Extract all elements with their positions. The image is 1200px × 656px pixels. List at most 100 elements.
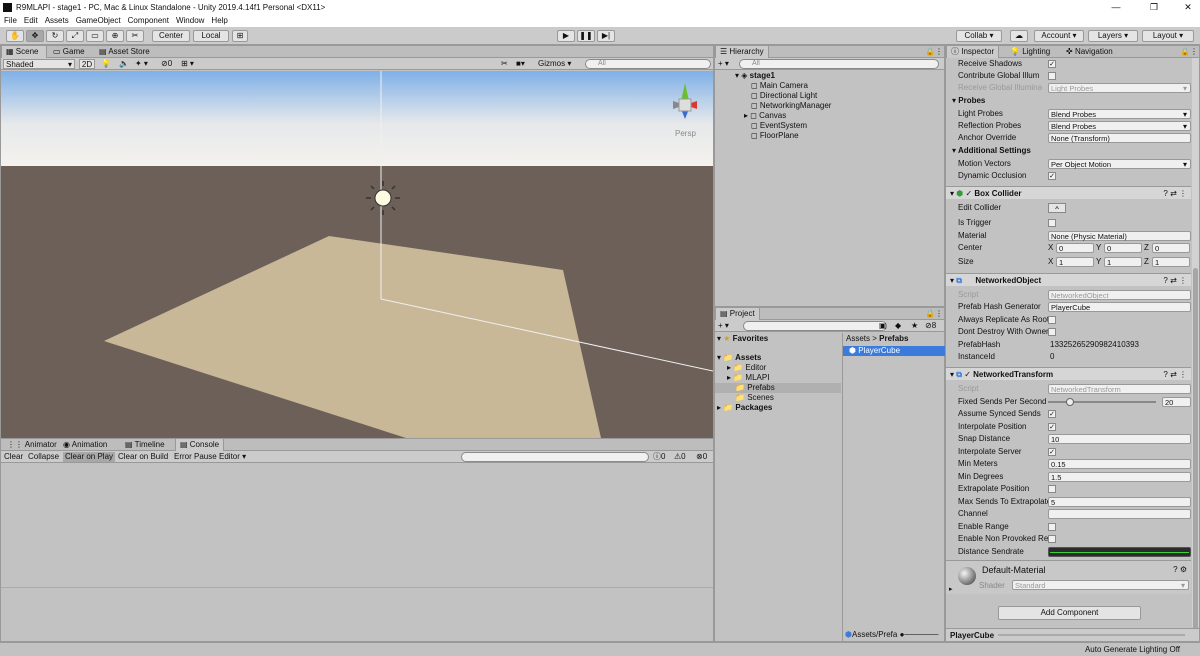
interp-position-checkbox[interactable]: ✓: [1048, 423, 1056, 431]
hand-tool-icon[interactable]: ✋: [6, 30, 24, 42]
add-component-button[interactable]: Add Component: [998, 606, 1141, 620]
cloud-icon[interactable]: ☁: [1010, 30, 1028, 42]
step-button-icon[interactable]: ▶|: [597, 30, 615, 42]
hierarchy-create-button[interactable]: + ▾: [718, 59, 729, 69]
fixed-sends-field[interactable]: 20: [1162, 397, 1191, 407]
anchor-override-field[interactable]: None (Transform): [1048, 133, 1191, 143]
hierarchy-item[interactable]: ◻ FloorPlane: [751, 131, 799, 141]
folder-item[interactable]: ▸ 📁 MLAPI: [727, 373, 769, 383]
box-collider-header[interactable]: ▾ ⬢ ✓ Box Collider? ⇄ ⋮: [946, 186, 1191, 199]
auto-lighting-status[interactable]: Auto Generate Lighting Off: [1085, 645, 1180, 654]
size-y-field[interactable]: 1: [1104, 257, 1142, 267]
edit-collider-icon[interactable]: ⟑: [1048, 203, 1066, 213]
tab-navigation[interactable]: ✜ Navigation: [1062, 46, 1117, 58]
min-degrees-field[interactable]: 1.5: [1048, 472, 1191, 482]
console-clear-button[interactable]: Clear: [4, 452, 23, 462]
tab-lighting[interactable]: 💡 Lighting: [1006, 46, 1054, 58]
hidden-objects-icon[interactable]: ⊘0: [161, 59, 172, 69]
tab-project[interactable]: ▤ Project: [715, 308, 760, 320]
scene-search-input[interactable]: All: [585, 59, 711, 69]
rotate-tool-icon[interactable]: ↻: [46, 30, 64, 42]
receive-gi-dropdown[interactable]: Light Probes: [1048, 83, 1191, 93]
hierarchy-item[interactable]: ◻ NetworkingManager: [751, 101, 831, 111]
assume-synced-checkbox[interactable]: ✓: [1048, 410, 1056, 418]
tab-asset-store[interactable]: ▤ Asset Store: [95, 46, 154, 58]
console-clear-on-build-button[interactable]: Clear on Build: [118, 452, 168, 462]
reflection-probes-dropdown[interactable]: Blend Probes: [1048, 121, 1191, 131]
tab-timeline[interactable]: ▤ Timeline: [121, 439, 169, 451]
hierarchy-item[interactable]: ◻ Directional Light: [751, 91, 817, 101]
contribute-gi-checkbox[interactable]: [1048, 72, 1056, 80]
max-sends-field[interactable]: 5: [1048, 497, 1191, 507]
pivot-center-button[interactable]: Center: [152, 30, 190, 42]
menu-component[interactable]: Component: [128, 16, 169, 25]
center-z-field[interactable]: 0: [1152, 243, 1190, 253]
shader-dropdown[interactable]: Standard: [1012, 580, 1189, 590]
transform-tool-icon[interactable]: ⊕: [106, 30, 124, 42]
camera-settings-icon[interactable]: ■▾: [516, 59, 525, 69]
console-clear-on-play-button[interactable]: Clear on Play: [63, 452, 116, 462]
tab-scene[interactable]: ▦ Scene: [1, 46, 47, 58]
audio-toggle-icon[interactable]: 🔈: [119, 59, 129, 69]
effects-toggle-icon[interactable]: ✦ ▾: [135, 59, 148, 69]
scale-tool-icon[interactable]: ⤢: [66, 30, 84, 42]
material-menu-icon[interactable]: ? ⚙: [1173, 565, 1187, 574]
favorites-folder[interactable]: ▾ ★ Favorites: [717, 334, 768, 344]
shading-mode-dropdown[interactable]: Shaded ▾: [3, 59, 75, 69]
channel-field[interactable]: [1048, 509, 1191, 519]
additional-settings-section[interactable]: ▾ Additional Settings: [950, 145, 1191, 157]
menu-help[interactable]: Help: [211, 16, 227, 25]
inspector-lock-icon[interactable]: 🔒⋮: [1176, 46, 1200, 58]
layers-dropdown[interactable]: Layers ▾: [1088, 30, 1138, 42]
assets-folder[interactable]: ▾ 📁 Assets: [717, 353, 761, 363]
tab-console[interactable]: ▤ Console: [175, 439, 225, 451]
account-dropdown[interactable]: Account ▾: [1034, 30, 1084, 42]
grid-toggle-icon[interactable]: ⊞ ▾: [181, 59, 194, 69]
scene-root-item[interactable]: ▾ ◈ stage1: [735, 71, 775, 81]
hash-gen-field[interactable]: PlayerCube: [1048, 302, 1191, 312]
is-trigger-checkbox[interactable]: [1048, 219, 1056, 227]
move-tool-icon[interactable]: ✥: [26, 30, 44, 42]
custom-tool-icon[interactable]: ✂: [126, 30, 144, 42]
fixed-sends-slider[interactable]: [1048, 398, 1156, 406]
hierarchy-item[interactable]: ◻ EventSystem: [751, 121, 807, 131]
lighting-toggle-icon[interactable]: 💡: [101, 59, 111, 69]
inspector-preview-bar[interactable]: PlayerCube: [946, 628, 1199, 641]
networked-object-header[interactable]: ▾ ⧉ NetworkedObject? ⇄ ⋮: [946, 273, 1191, 286]
warning-count-toggle[interactable]: ⚠0: [674, 452, 686, 462]
material-expand-icon[interactable]: ▸: [949, 585, 953, 593]
tools-icon[interactable]: ✂: [501, 59, 508, 69]
center-x-field[interactable]: 0: [1056, 243, 1094, 253]
menu-assets[interactable]: Assets: [45, 16, 69, 25]
console-search-input[interactable]: [461, 452, 649, 462]
light-probes-dropdown[interactable]: Blend Probes: [1048, 109, 1191, 119]
hierarchy-lock-icon[interactable]: 🔒⋮: [921, 46, 947, 58]
replicate-root-checkbox[interactable]: [1048, 316, 1056, 324]
min-meters-field[interactable]: 0.15: [1048, 459, 1191, 469]
size-z-field[interactable]: 1: [1152, 257, 1190, 267]
layout-dropdown[interactable]: Layout ▾: [1142, 30, 1194, 42]
fixed-sends-slider-thumb[interactable]: [1065, 398, 1074, 406]
console-collapse-button[interactable]: Collapse: [28, 452, 59, 462]
networked-transform-header[interactable]: ▾ ⧉ ✓ NetworkedTransform? ⇄ ⋮: [946, 367, 1191, 380]
menu-edit[interactable]: Edit: [24, 16, 38, 25]
project-search-input[interactable]: [743, 321, 887, 331]
snap-distance-field[interactable]: 10: [1048, 434, 1191, 444]
dynamic-occlusion-checkbox[interactable]: ✓: [1048, 172, 1056, 180]
console-editor-dropdown[interactable]: Editor ▾: [219, 452, 246, 462]
filter-by-type-icon[interactable]: ▣: [879, 321, 887, 331]
rect-tool-icon[interactable]: ▭: [86, 30, 104, 42]
inspector-scrollbar[interactable]: [1192, 58, 1199, 638]
enable-range-checkbox[interactable]: [1048, 523, 1056, 531]
physic-material-field[interactable]: None (Physic Material): [1048, 231, 1191, 241]
grid-snap-icon[interactable]: ⊞: [232, 30, 248, 42]
component-menu-icon[interactable]: ? ⇄ ⋮: [1163, 274, 1187, 287]
folder-item[interactable]: ▸ 📁 Editor: [727, 363, 766, 373]
error-count-toggle[interactable]: ⊗0: [696, 452, 707, 462]
motion-vectors-dropdown[interactable]: Per Object Motion: [1048, 159, 1191, 169]
extrapolate-checkbox[interactable]: [1048, 485, 1056, 493]
project-create-button[interactable]: + ▾: [718, 321, 729, 331]
menu-window[interactable]: Window: [176, 16, 204, 25]
play-button-icon[interactable]: ▶: [557, 30, 575, 42]
component-menu-icon[interactable]: ? ⇄ ⋮: [1163, 368, 1187, 381]
